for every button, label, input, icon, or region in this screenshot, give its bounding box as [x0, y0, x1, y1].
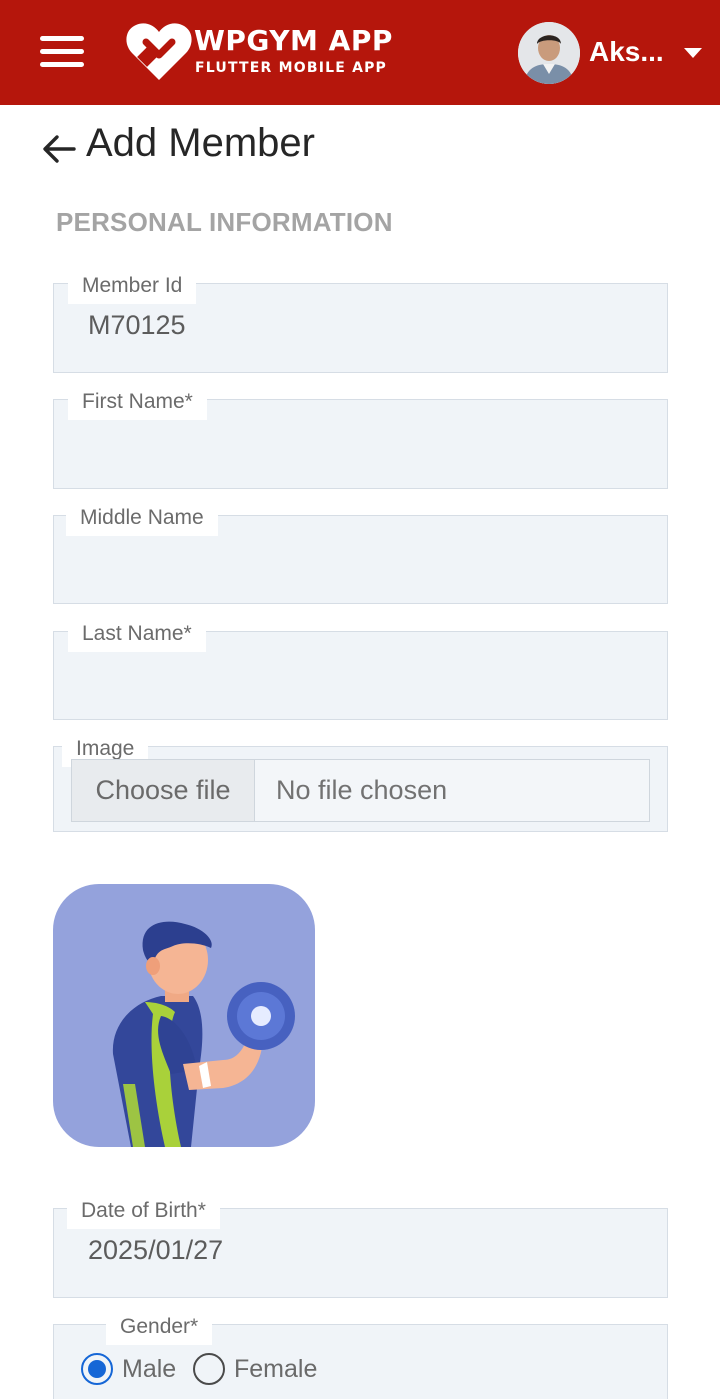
dob-value: 2025/01/27: [88, 1235, 224, 1265]
section-title: PERSONAL INFORMATION: [56, 207, 393, 237]
first-name-field[interactable]: First Name*: [53, 390, 668, 489]
gender-female-label[interactable]: Female: [234, 1353, 317, 1385]
user-photo: [518, 22, 580, 84]
gender-male-radio[interactable]: [81, 1353, 113, 1385]
dob-label: Date of Birth*: [67, 1199, 220, 1229]
middle-name-label: Middle Name: [66, 506, 218, 536]
heart-logo-icon: [126, 23, 192, 80]
last-name-label: Last Name*: [68, 622, 206, 652]
middle-name-input[interactable]: [55, 540, 666, 602]
first-name-label: First Name*: [68, 390, 207, 420]
member-id-label: Member Id: [68, 274, 197, 304]
choose-file-button[interactable]: Choose file: [72, 760, 255, 821]
member-id-field[interactable]: Member Id M70125: [53, 274, 668, 373]
file-input[interactable]: Choose file No file chosen: [71, 759, 650, 822]
caret-down-icon[interactable]: [684, 48, 702, 58]
arrow-left-icon[interactable]: [40, 130, 78, 168]
brand-subtitle: FLUTTER MOBILE APP: [195, 60, 388, 76]
member-image-preview: [53, 884, 315, 1147]
hamburger-menu-icon[interactable]: [38, 34, 86, 70]
avatar[interactable]: [518, 22, 580, 84]
middle-name-field[interactable]: Middle Name: [53, 506, 668, 604]
gender-male-label[interactable]: Male: [122, 1353, 176, 1385]
last-name-field[interactable]: Last Name*: [53, 622, 668, 720]
gender-female-radio[interactable]: [193, 1353, 225, 1385]
user-name[interactable]: Aks...: [589, 36, 664, 68]
last-name-input[interactable]: [55, 656, 666, 718]
image-field: Image Choose file No file chosen: [53, 737, 668, 832]
dob-field[interactable]: Date of Birth* 2025/01/27: [53, 1199, 668, 1298]
member-id-value: M70125: [88, 310, 186, 340]
gender-field: Gender* Male Female: [53, 1315, 668, 1399]
first-name-input[interactable]: [55, 424, 666, 487]
gender-label: Gender*: [106, 1315, 213, 1345]
brand-logo: WPGYM APP FLUTTER MOBILE APP: [126, 20, 406, 84]
brand-title: WPGYM APP: [194, 24, 393, 57]
page-title: Add Member: [86, 121, 315, 165]
file-status: No file chosen: [276, 775, 448, 805]
gym-illustration: [112, 921, 295, 1147]
app-bar: WPGYM APP FLUTTER MOBILE APP Aks...: [0, 0, 720, 105]
